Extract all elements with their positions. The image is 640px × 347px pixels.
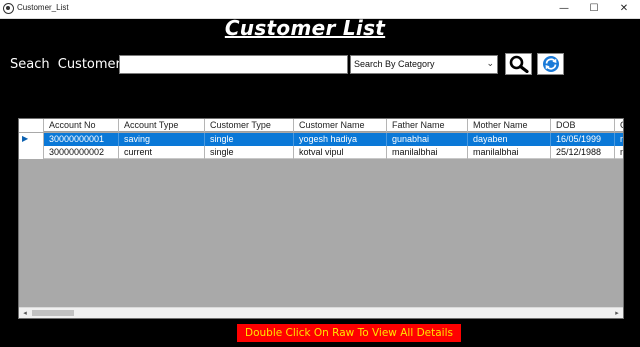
scrollbar-thumb[interactable] <box>32 310 74 316</box>
current-row-arrow-icon: ▶ <box>22 134 29 143</box>
customer-grid[interactable]: Account No Account Type Customer Type Cu… <box>18 118 624 319</box>
window-title: Customer_List <box>17 3 69 12</box>
category-select[interactable]: Search By Category ⌄ <box>350 55 498 74</box>
double-click-hint: Double Click On Raw To View All Details <box>237 324 461 342</box>
column-header-customer-name[interactable]: Customer Name <box>294 119 387 132</box>
search-button[interactable] <box>505 53 532 75</box>
cell-account-type[interactable]: saving <box>119 133 205 146</box>
app-icon <box>3 3 14 14</box>
column-header-g[interactable]: G <box>615 119 623 132</box>
cell-mother-name[interactable]: manilalbhai <box>468 146 551 159</box>
scroll-left-icon[interactable]: ◂ <box>19 308 31 318</box>
grid-header-row: Account No Account Type Customer Type Cu… <box>19 119 623 132</box>
column-header-account-no[interactable]: Account No <box>44 119 119 132</box>
page-title: Customer List <box>224 16 386 40</box>
cell-dob[interactable]: 16/05/1999 <box>551 133 615 146</box>
column-header-dob[interactable]: DOB <box>551 119 615 132</box>
cell-g[interactable]: ma <box>615 146 623 159</box>
header-corner <box>19 119 44 132</box>
cell-customer-name[interactable]: yogesh hadiya <box>294 133 387 146</box>
cell-father-name[interactable]: manilalbhai <box>387 146 468 159</box>
cell-account-no[interactable]: 30000000002 <box>44 146 119 159</box>
cell-account-no[interactable]: 30000000001 <box>44 133 119 146</box>
cell-mother-name[interactable]: dayaben <box>468 133 551 146</box>
table-row[interactable]: 30000000002 current single kotval vipul … <box>19 146 623 159</box>
table-row[interactable]: ▶ 30000000001 saving single yogesh hadiy… <box>19 133 623 146</box>
column-header-mother-name[interactable]: Mother Name <box>468 119 551 132</box>
close-button[interactable]: ✕ <box>609 0 639 19</box>
row-header[interactable] <box>19 146 44 159</box>
category-select-value: Search By Category <box>354 59 435 69</box>
cell-account-type[interactable]: current <box>119 146 205 159</box>
column-header-account-type[interactable]: Account Type <box>119 119 205 132</box>
cell-customer-name[interactable]: kotval vipul <box>294 146 387 159</box>
cell-dob[interactable]: 25/12/1988 <box>551 146 615 159</box>
column-header-customer-type[interactable]: Customer Type <box>205 119 294 132</box>
scroll-right-icon[interactable]: ▸ <box>611 308 623 318</box>
cell-father-name[interactable]: gunabhai <box>387 133 468 146</box>
refresh-icon <box>543 56 559 72</box>
cell-customer-type[interactable]: single <box>205 146 294 159</box>
cell-customer-type[interactable]: single <box>205 133 294 146</box>
search-input[interactable] <box>119 55 348 74</box>
chevron-down-icon: ⌄ <box>486 58 494 68</box>
horizontal-scrollbar[interactable]: ◂ ▸ <box>19 307 623 318</box>
search-label: Seach Customer <box>10 57 121 72</box>
magnifier-icon <box>509 55 529 73</box>
column-header-father-name[interactable]: Father Name <box>387 119 468 132</box>
cell-g[interactable]: ma <box>615 133 623 146</box>
refresh-button[interactable] <box>537 53 564 75</box>
row-header[interactable]: ▶ <box>19 133 44 146</box>
